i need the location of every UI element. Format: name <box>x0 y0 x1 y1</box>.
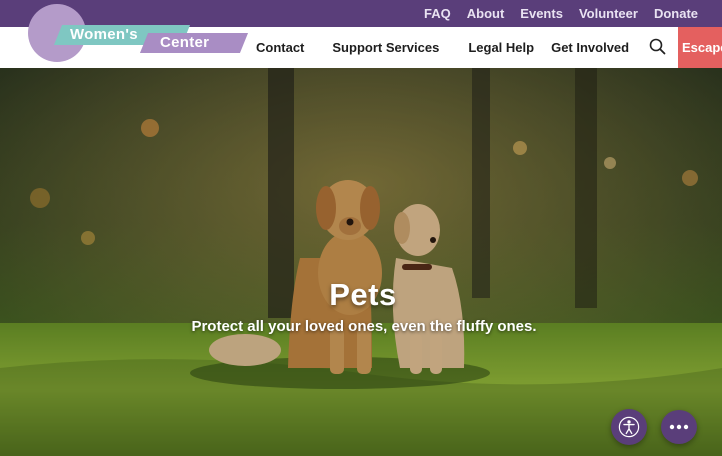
utility-link-donate[interactable]: Donate <box>654 6 698 21</box>
chat-icon <box>669 424 689 430</box>
chat-button[interactable] <box>661 410 697 444</box>
search-icon <box>649 38 666 55</box>
hero-subtitle: Protect all your loved ones, even the fl… <box>191 318 537 335</box>
site-logo[interactable]: Women's Center <box>28 4 249 66</box>
utility-link-faq[interactable]: FAQ <box>424 6 451 21</box>
escape-button[interactable]: Escape <box>678 27 722 68</box>
logo-word-center: Center <box>160 34 210 51</box>
utility-link-volunteer[interactable]: Volunteer <box>579 6 638 21</box>
utility-link-events[interactable]: Events <box>520 6 563 21</box>
accessibility-icon <box>618 416 640 438</box>
accessibility-button[interactable] <box>611 409 647 445</box>
main-nav-items: Contact Support Services Legal Help Get … <box>256 27 629 68</box>
logo-word-womens: Women's <box>70 26 138 43</box>
utility-nav: FAQ About Events Volunteer Donate <box>408 0 698 27</box>
search-button[interactable] <box>648 37 668 57</box>
utility-link-about[interactable]: About <box>467 6 505 21</box>
hero-banner: Pets Protect all your loved ones, even t… <box>0 68 722 456</box>
nav-item-get-involved[interactable]: Get Involved <box>551 40 629 55</box>
hero-title: Pets <box>329 277 397 312</box>
nav-item-legal-help[interactable]: Legal Help <box>468 40 534 55</box>
nav-item-support-services[interactable]: Support Services <box>332 40 439 55</box>
nav-item-contact[interactable]: Contact <box>256 40 304 55</box>
hero-overlay <box>0 68 722 456</box>
